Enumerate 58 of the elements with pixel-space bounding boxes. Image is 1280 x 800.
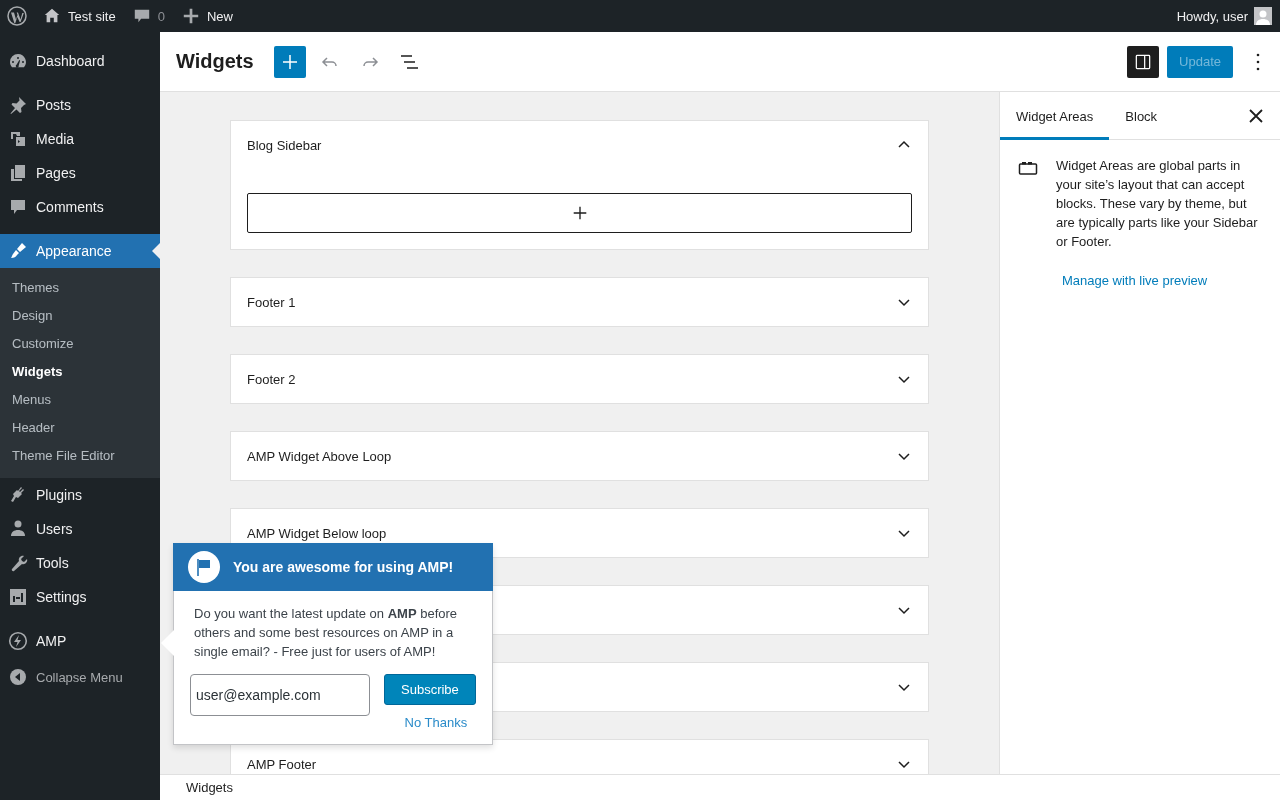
widget-area-icon [1018, 160, 1038, 176]
widget-area-title[interactable]: Blog Sidebar [247, 137, 892, 153]
account-link[interactable]: Howdy, user [1176, 7, 1272, 25]
new-link[interactable]: New [181, 7, 233, 25]
menu-item[interactable]: Pages [0, 156, 160, 190]
arrow-circle-icon [8, 667, 28, 687]
menu-item[interactable]: Appearance [0, 234, 160, 268]
pin-icon [8, 95, 28, 115]
settings-toggle-button[interactable] [1127, 45, 1160, 78]
menu-item[interactable]: Media [0, 122, 160, 156]
plus-icon [181, 7, 200, 25]
submenu-item[interactable]: Design [0, 302, 160, 330]
menu-item[interactable]: Settings [0, 580, 160, 614]
menu-item[interactable]: Posts [0, 88, 160, 122]
popup-title: You are awesome for using AMP! [233, 559, 454, 575]
popup-message: Do you want the latest update on AMP before others and some best resources on AMP in a single email? - Free just for users of AMP! [194, 605, 459, 661]
tab[interactable]: Block [1109, 92, 1174, 140]
speech-bubble-icon [132, 7, 151, 25]
email-field[interactable]: user@example.com [190, 674, 370, 716]
add-block-button[interactable] [273, 45, 306, 78]
block-appender-button[interactable] [247, 193, 912, 233]
logo-icon[interactable] [7, 6, 27, 26]
menu-item[interactable]: Plugins [0, 478, 160, 512]
media-icon [8, 129, 28, 149]
lightning-icon [8, 631, 28, 651]
breadcrumb[interactable]: Widgets [186, 780, 233, 795]
submenu-item[interactable]: Header [0, 414, 160, 442]
widget-area-title[interactable]: AMP Footer [247, 756, 892, 772]
menu-item[interactable]: Dashboard [0, 44, 160, 78]
submenu-item[interactable]: Customize [0, 330, 160, 358]
menu-item[interactable]: Users [0, 512, 160, 546]
widget-area-title[interactable]: AMP Widget Below loop [247, 525, 892, 541]
submenu-item[interactable]: Widgets [0, 358, 160, 386]
home-icon [43, 7, 61, 25]
menu-item[interactable]: Comments [0, 190, 160, 224]
site-link[interactable]: Test site [43, 7, 116, 25]
sliders-icon [8, 587, 28, 607]
submenu-item[interactable]: Menus [0, 386, 160, 414]
menu-item[interactable]: Tools [0, 546, 160, 580]
flag-icon [188, 551, 220, 583]
subscribe-button[interactable]: Subscribe [384, 674, 476, 705]
menu-item[interactable]: AMP [0, 624, 160, 658]
collapse-menu-button[interactable]: Collapse Menu [0, 660, 160, 694]
widget-areas-description: Widget Areas are global parts in your site’s layout that can accept blocks. These vary by theme, but are typically parts like your Sidebar or Footer. [1056, 157, 1259, 251]
avatar-icon [1254, 7, 1272, 25]
no-thanks-link[interactable]: No Thanks [404, 715, 468, 730]
paintbrush-icon [8, 241, 28, 261]
widget-area-title[interactable]: Footer 1 [247, 294, 892, 310]
pages-icon [8, 163, 28, 183]
live-preview-link[interactable]: Manage with live preview [1062, 273, 1208, 288]
widget-area-title[interactable]: Footer 2 [247, 371, 892, 387]
widget-area-title[interactable]: AMP Widget Above Loop [247, 448, 892, 464]
tab[interactable]: Widget Areas [1000, 92, 1110, 140]
comments-link[interactable]: 0 [132, 7, 165, 25]
page-title: Widgets [176, 50, 254, 73]
submenu-item[interactable]: Theme File Editor [0, 442, 160, 470]
person-icon [8, 519, 28, 539]
submenu-item[interactable]: Themes [0, 274, 160, 302]
